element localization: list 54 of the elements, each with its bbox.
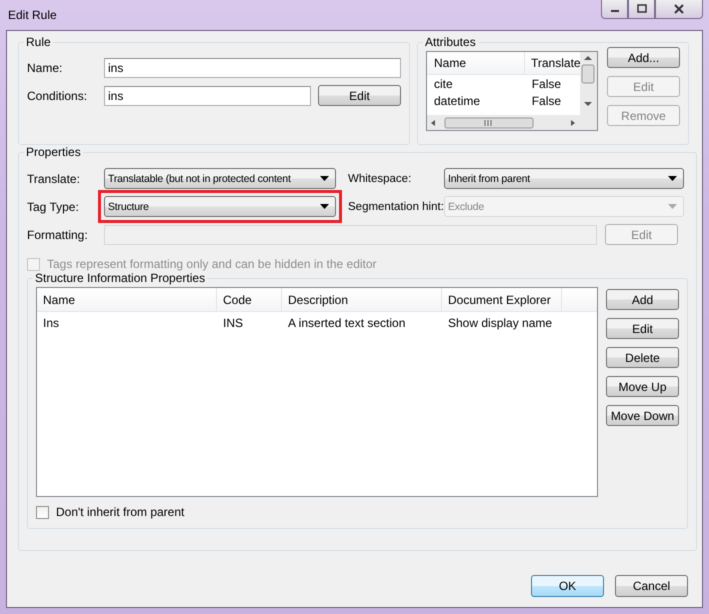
table-cell-text: datetime bbox=[433, 94, 482, 108]
window-title: Edit Rule bbox=[8, 8, 57, 22]
group-title: Rule bbox=[25, 35, 52, 49]
column-header[interactable]: Document Explorer bbox=[442, 288, 562, 311]
column-header[interactable]: Name bbox=[37, 288, 217, 311]
column-header[interactable]: Translate bbox=[525, 56, 580, 70]
table-cell-text: A inserted text section bbox=[287, 316, 406, 330]
conditions-field[interactable]: ins bbox=[104, 86, 311, 106]
list-button[interactable]: Move Up bbox=[606, 376, 679, 397]
vertical-scrollbar[interactable] bbox=[580, 52, 597, 130]
column-header[interactable]: Name bbox=[427, 52, 525, 74]
edit-button[interactable]: Edit bbox=[318, 85, 401, 106]
attribute-button[interactable]: Add... bbox=[607, 47, 680, 68]
caret-icon bbox=[320, 176, 329, 181]
caret-icon bbox=[668, 176, 677, 181]
group-title: Structure Information Properties bbox=[34, 271, 206, 285]
checkbox[interactable] bbox=[36, 506, 49, 518]
checkbox-label: Tags represent formatting only and can be hidden in the editor bbox=[47, 257, 377, 271]
dialog-button[interactable]: OK bbox=[531, 575, 604, 597]
field-label: Whitespace: bbox=[348, 172, 412, 184]
field-label: Name: bbox=[27, 61, 64, 75]
field-label: Segmentation hint: bbox=[348, 200, 444, 212]
table-cell-text: False bbox=[530, 94, 562, 108]
group-title: Properties bbox=[25, 145, 82, 159]
name-field[interactable]: ins bbox=[104, 58, 401, 78]
horizontal-scrollbar[interactable] bbox=[427, 115, 580, 130]
list-button[interactable]: Add bbox=[606, 289, 679, 310]
list-button[interactable]: Delete bbox=[606, 347, 679, 368]
list-button[interactable]: Edit bbox=[606, 318, 679, 339]
group-title: Attributes bbox=[424, 35, 477, 49]
column-header[interactable]: Description bbox=[282, 288, 442, 311]
field-label: Conditions: bbox=[27, 88, 88, 102]
column-header[interactable]: Code bbox=[217, 288, 282, 311]
caret-icon bbox=[320, 204, 329, 209]
translate-dropdown[interactable]: Translatable (but not in protected content bbox=[104, 168, 336, 189]
field-label: Translate: bbox=[27, 172, 81, 186]
field-label: Formatting: bbox=[27, 228, 89, 242]
table-cell-text: Ins bbox=[42, 316, 60, 330]
checkbox-label: Don't inherit from parent bbox=[56, 505, 184, 519]
whitespace-dropdown[interactable]: Inherit from parent bbox=[444, 168, 684, 189]
dialog-button[interactable]: Cancel bbox=[615, 575, 688, 597]
tag-type-dropdown[interactable]: Structure bbox=[104, 196, 336, 217]
table-cell-text: Show display name bbox=[447, 316, 554, 330]
table-cell-text: INS bbox=[222, 316, 244, 330]
close-icon bbox=[672, 4, 686, 14]
table-cell-text: cite bbox=[433, 76, 454, 90]
minimize-button[interactable] bbox=[601, 0, 628, 19]
maximize-button[interactable] bbox=[628, 0, 655, 19]
field-label: Tag Type: bbox=[27, 200, 80, 214]
close-button[interactable] bbox=[655, 0, 703, 19]
caret-icon bbox=[668, 204, 677, 209]
list-button[interactable]: Move Down bbox=[606, 405, 679, 426]
table-cell-text: False bbox=[530, 76, 562, 90]
maximize-icon bbox=[636, 4, 648, 14]
